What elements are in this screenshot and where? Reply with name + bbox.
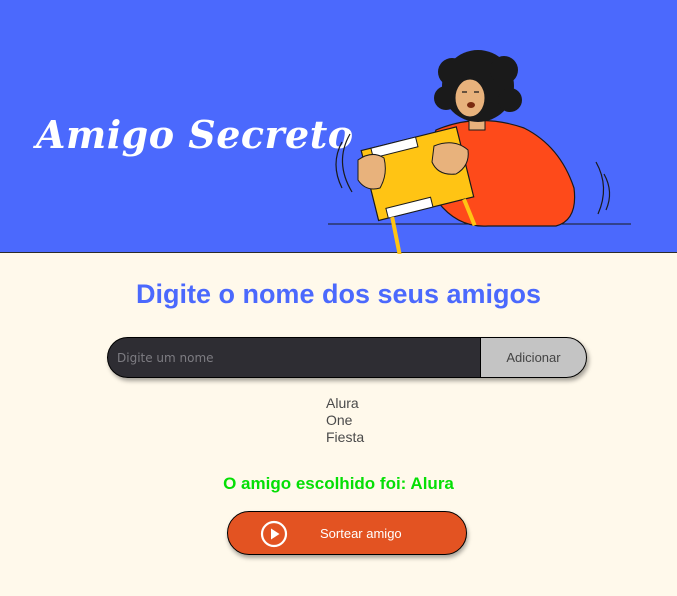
friend-name-input[interactable] xyxy=(107,337,480,378)
header-banner: Amigo Secreto xyxy=(0,0,677,254)
draw-friend-button[interactable]: Sortear amigo xyxy=(227,511,467,555)
list-item: Alura xyxy=(326,395,359,411)
person-with-gift-illustration xyxy=(328,50,631,254)
draw-result: O amigo escolhido foi: Alura xyxy=(223,474,454,493)
app-title: Amigo Secreto xyxy=(36,112,354,157)
friends-list: Alura One Fiesta xyxy=(326,395,364,446)
add-friend-form: Adicionar xyxy=(107,337,587,378)
add-button[interactable]: Adicionar xyxy=(480,337,587,378)
list-item: Fiesta xyxy=(326,429,365,445)
play-circle-icon xyxy=(260,520,288,548)
draw-button-label: Sortear amigo xyxy=(320,526,402,541)
list-item: One xyxy=(326,412,353,428)
instruction-heading: Digite o nome dos seus amigos xyxy=(135,279,542,309)
